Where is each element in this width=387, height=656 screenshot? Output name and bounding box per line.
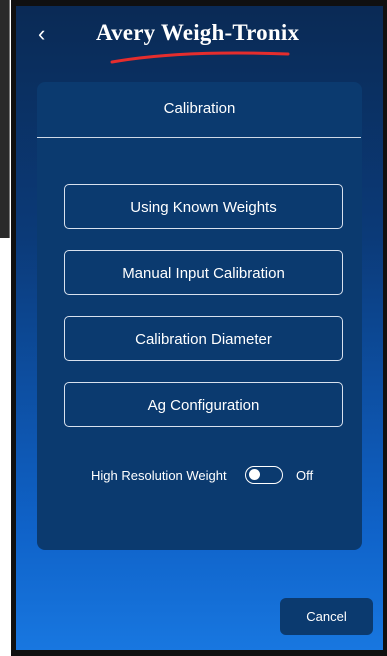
button-label: Ag Configuration — [147, 397, 260, 414]
ag-configuration-button[interactable]: Ag Configuration — [64, 382, 343, 427]
brand-logo-text: Avery Weigh-Tronix — [96, 20, 300, 45]
chevron-left-icon: ‹ — [38, 21, 46, 46]
toggle-label: High Resolution Weight — [91, 468, 227, 483]
high-resolution-toggle[interactable] — [245, 466, 283, 484]
button-label: Manual Input Calibration — [122, 265, 285, 282]
brand-swoosh-icon — [110, 51, 290, 64]
manual-input-calibration-button[interactable]: Manual Input Calibration — [64, 250, 343, 295]
using-known-weights-button[interactable]: Using Known Weights — [64, 184, 343, 229]
high-resolution-toggle-row: High Resolution Weight Off — [16, 464, 383, 488]
card-title: Calibration — [163, 100, 236, 117]
cancel-label: Cancel — [306, 609, 347, 624]
cancel-button[interactable]: Cancel — [280, 598, 373, 635]
toggle-knob — [249, 469, 260, 480]
back-button[interactable]: ‹ — [38, 20, 54, 48]
header: ‹ Avery Weigh-Tronix — [16, 6, 383, 68]
button-label: Calibration Diameter — [135, 331, 272, 348]
button-label: Using Known Weights — [130, 199, 277, 216]
app-screen: ‹ Avery Weigh-Tronix Calibration Using K… — [16, 6, 383, 650]
calibration-diameter-button[interactable]: Calibration Diameter — [64, 316, 343, 361]
toggle-state: Off — [296, 468, 314, 483]
card-divider — [37, 137, 361, 138]
background-window-edge — [0, 0, 10, 238]
